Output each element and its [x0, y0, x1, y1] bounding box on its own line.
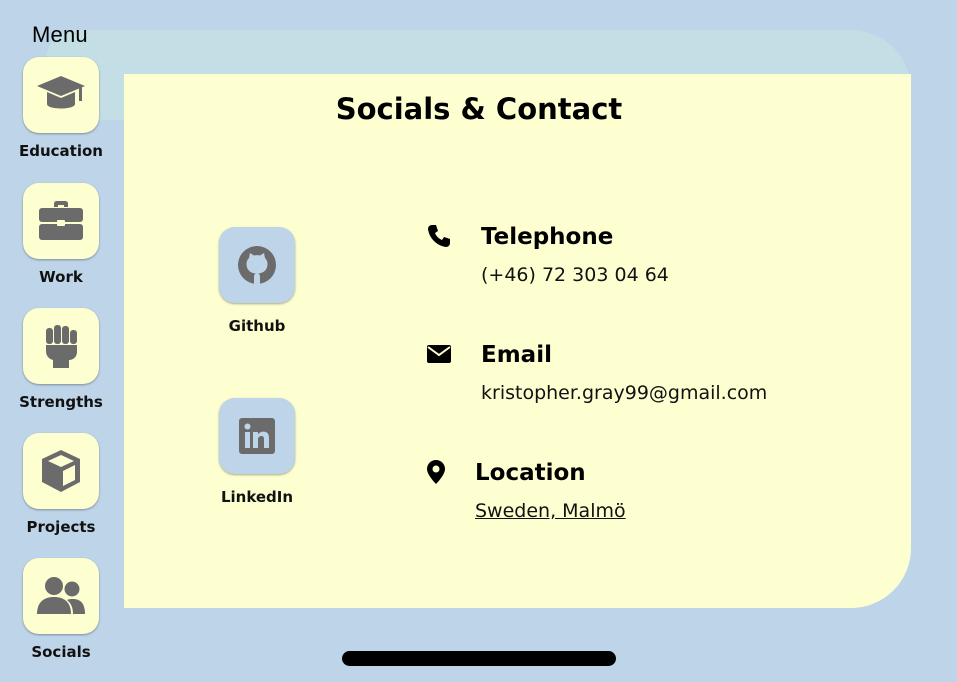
nav-item-work[interactable]: Work	[14, 183, 108, 286]
nav-label-strengths: Strengths	[19, 393, 103, 411]
nav-tile[interactable]	[23, 433, 99, 509]
linkedin-icon	[239, 418, 275, 454]
menu-label[interactable]: Menu	[32, 22, 88, 48]
map-pin-icon	[427, 460, 445, 484]
cube-icon	[42, 450, 80, 492]
nav-item-socials[interactable]: Socials	[14, 558, 108, 661]
email-value: kristopher.gray99@gmail.com	[481, 382, 768, 404]
nav-item-projects[interactable]: Projects	[14, 433, 108, 536]
nav-tile[interactable]	[23, 57, 99, 133]
nav-tile[interactable]	[23, 183, 99, 259]
nav-label-work: Work	[39, 268, 83, 286]
linkedin-link[interactable]: LinkedIn	[197, 398, 317, 506]
nav-tile[interactable]	[23, 558, 99, 634]
nav-item-education[interactable]: Education	[14, 57, 108, 160]
github-link[interactable]: Github	[197, 227, 317, 335]
location-link[interactable]: Sweden, Malmö	[475, 500, 626, 522]
linkedin-tile[interactable]	[219, 398, 295, 474]
nav-label-projects: Projects	[26, 518, 96, 536]
envelope-icon	[427, 345, 451, 363]
fist-icon	[46, 325, 77, 368]
email-heading: Email	[481, 342, 552, 368]
telephone-heading: Telephone	[481, 224, 614, 250]
nav-label-socials: Socials	[31, 643, 91, 661]
nav-item-strengths[interactable]: Strengths	[14, 308, 108, 411]
telephone-value: (+46) 72 303 04 64	[481, 264, 669, 286]
graduation-cap-icon	[37, 76, 85, 109]
linkedin-label: LinkedIn	[220, 488, 294, 506]
phone-icon	[428, 225, 450, 247]
github-icon	[238, 246, 276, 284]
page-title: Socials & Contact	[335, 92, 623, 126]
github-tile[interactable]	[219, 227, 295, 303]
location-heading: Location	[475, 460, 586, 486]
users-icon	[37, 577, 85, 614]
nav-label-education: Education	[19, 142, 103, 160]
nav-tile[interactable]	[23, 308, 99, 384]
content-card	[124, 74, 911, 608]
briefcase-icon	[39, 201, 83, 240]
github-label: Github	[228, 317, 286, 335]
home-indicator	[342, 651, 616, 666]
